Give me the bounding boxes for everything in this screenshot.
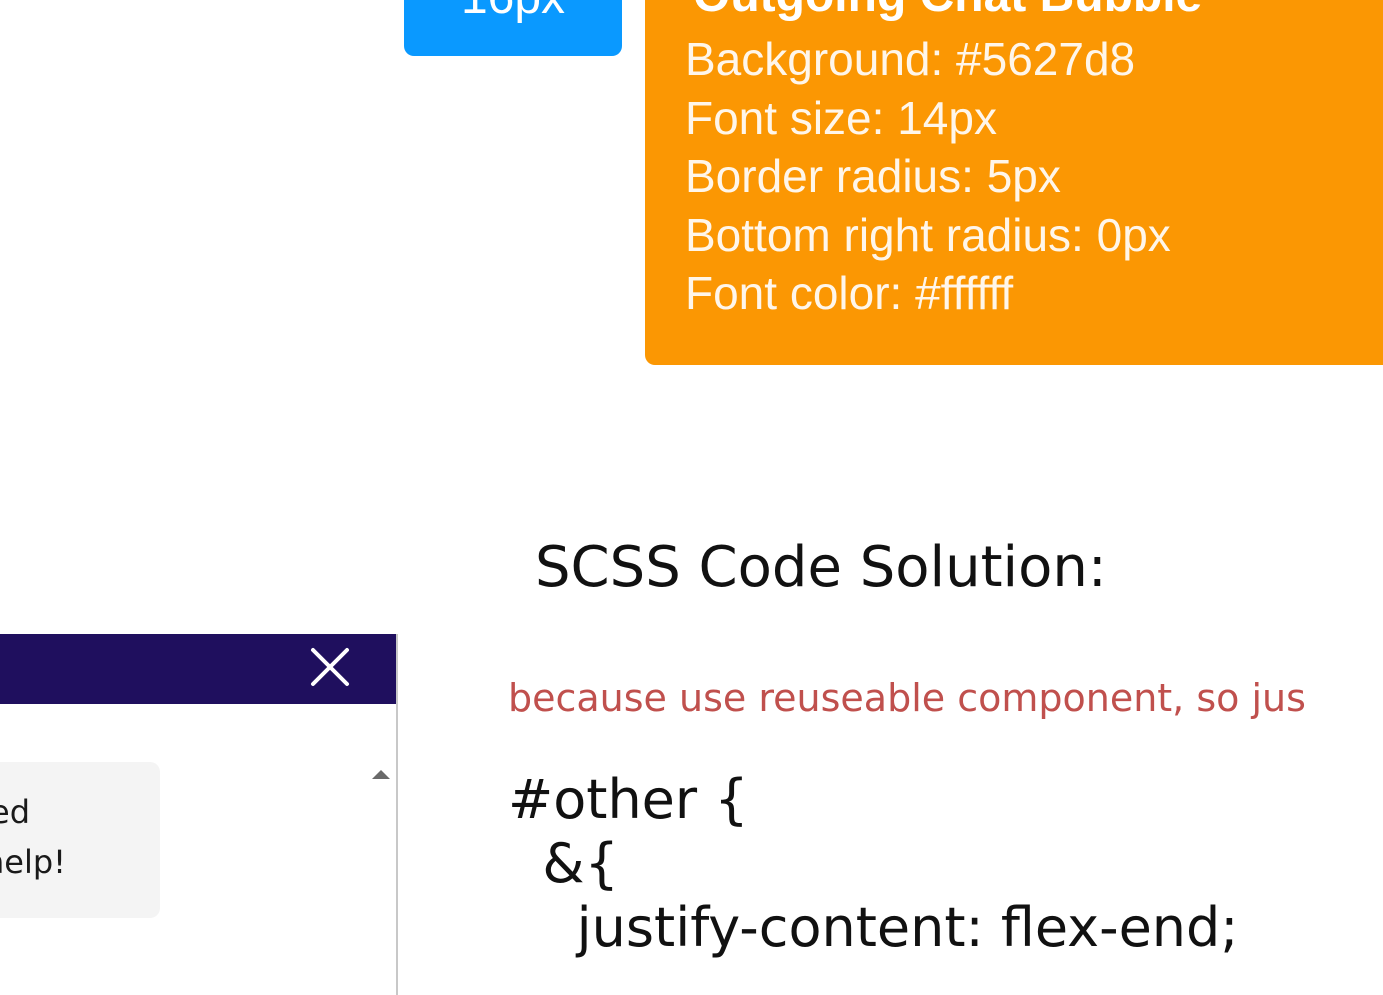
- spec-line-background: Background: #5627d8: [685, 33, 1136, 85]
- spec-line-font-color: Font color: #ffffff: [685, 267, 1014, 319]
- chat-window: ed help!: [0, 634, 398, 995]
- code-line-1: #other {: [508, 768, 749, 831]
- chat-messages-area: ed help!: [0, 704, 396, 995]
- code-line-2: &{: [508, 832, 619, 895]
- incoming-chat-bubble: ed help!: [0, 762, 160, 918]
- scroll-up-arrow-icon[interactable]: [372, 770, 390, 779]
- spec-line-border-radius: Border radius: 5px: [685, 150, 1061, 202]
- code-line-3: justify-content: flex-end;: [508, 896, 1239, 959]
- solution-note: because use reuseable component, so jus: [508, 676, 1306, 720]
- incoming-bubble-line-2: help!: [0, 843, 66, 881]
- close-icon[interactable]: [309, 646, 353, 690]
- code-block: #other { &{ justify-content: flex-end;: [508, 768, 1239, 960]
- spec-line-font-size: Font size: 14px: [685, 91, 997, 144]
- spec-line-bottom-right-radius: Bottom right radius: 0px: [685, 208, 1171, 261]
- incoming-bubble-line-1: ed: [0, 793, 30, 831]
- solution-heading: SCSS Code Solution:: [535, 535, 1107, 600]
- spec-title: Outgoing Chat Bubble: [693, 0, 1202, 20]
- outgoing-bubble-spec-box: Outgoing Chat Bubble Background: #5627d8…: [645, 0, 1383, 365]
- screenshot-canvas: 16px Outgoing Chat Bubble Background: #5…: [0, 0, 1383, 995]
- spec-list: Background: #5627d8 Font size: 14px Bord…: [685, 30, 1171, 323]
- font-size-chip-label: 16px: [461, 0, 565, 24]
- chat-header: [0, 634, 396, 704]
- scrollbar-track[interactable]: [346, 704, 386, 995]
- font-size-chip: 16px: [404, 0, 622, 56]
